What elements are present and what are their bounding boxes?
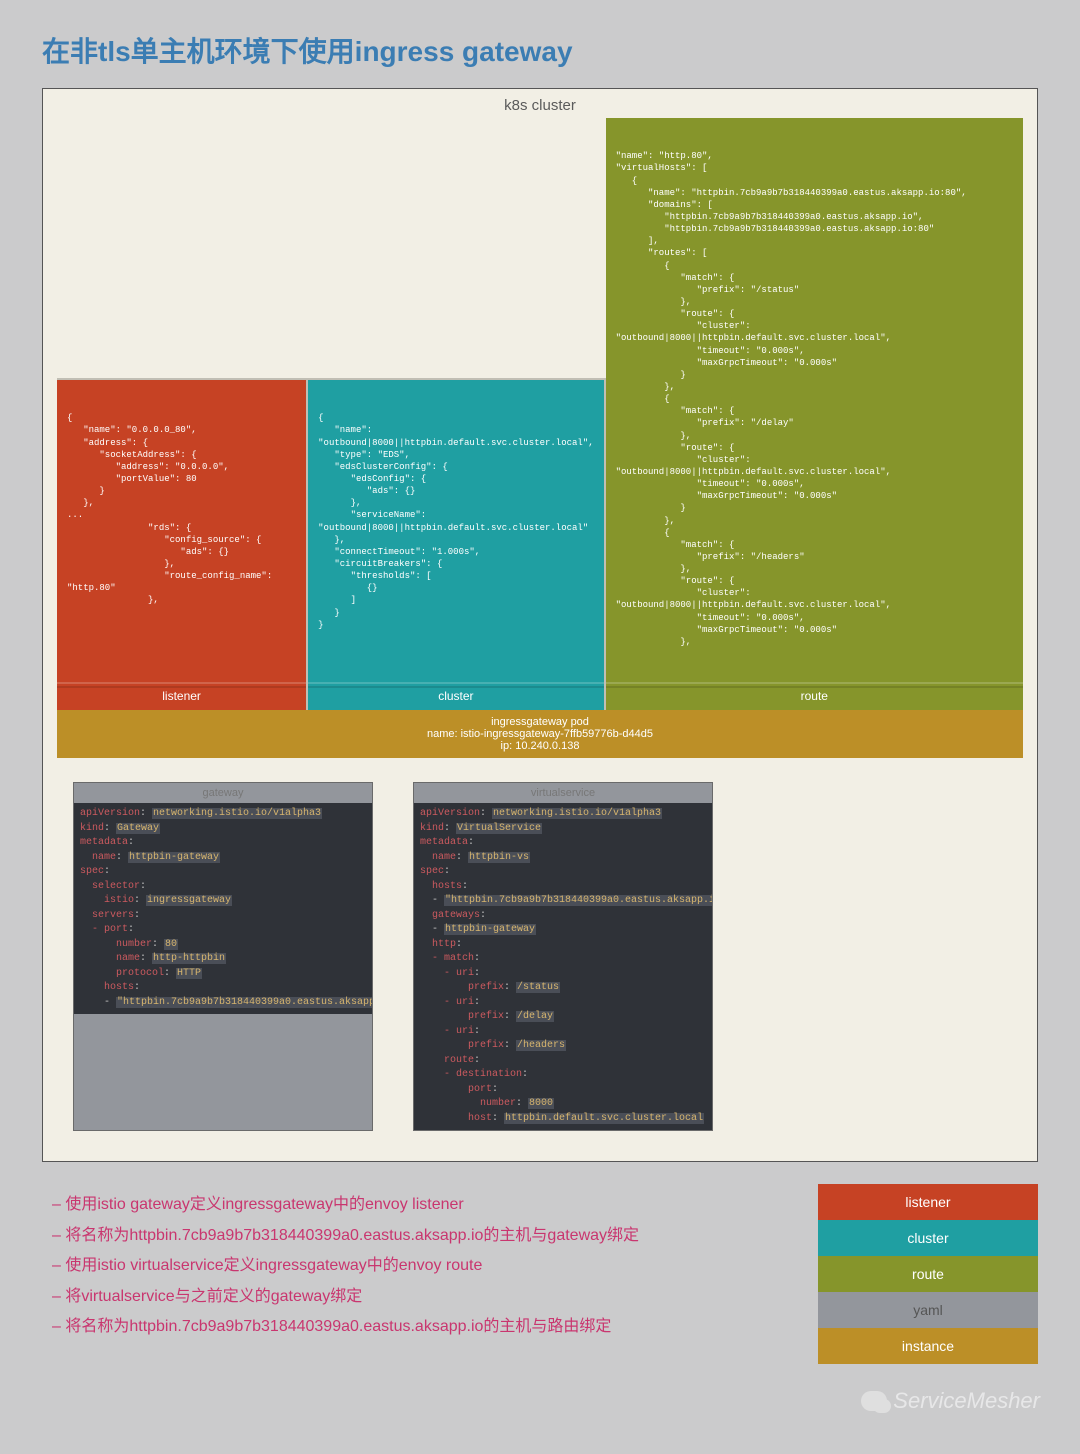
legend-cluster: cluster: [818, 1220, 1038, 1256]
gateway-yaml: apiVersion: networking.istio.io/v1alpha3…: [74, 803, 372, 1014]
legend: listener cluster route yaml instance: [818, 1184, 1038, 1364]
instance-line3: ip: 10.240.0.138: [57, 740, 1023, 752]
instance-line2: name: istio-ingressgateway-7ffb59776b-d4…: [57, 728, 1023, 740]
page-title: 在非tls单主机环境下使用ingress gateway: [42, 30, 1080, 70]
cluster-panel: { "name": "outbound|8000||httpbin.defaul…: [308, 378, 605, 710]
bullet-item: 将名称为httpbin.7cb9a9b7b318440399a0.eastus.…: [52, 1221, 798, 1251]
virtualservice-yaml-box: virtualservice apiVersion: networking.is…: [413, 782, 713, 1131]
virtualservice-yaml: apiVersion: networking.istio.io/v1alpha3…: [414, 803, 712, 1130]
watermark: ServiceMesher: [861, 1388, 1040, 1414]
bullet-item: 将virtualservice与之前定义的gateway绑定: [52, 1282, 798, 1312]
listener-panel: { "name": "0.0.0.0_80", "address": { "so…: [57, 378, 308, 710]
watermark-text: ServiceMesher: [893, 1388, 1040, 1414]
gateway-yaml-box: gateway apiVersion: networking.istio.io/…: [73, 782, 373, 1131]
route-panel: "name": "http.80", "virtualHosts": [ { "…: [606, 118, 1023, 710]
bottom-row: 使用istio gateway定义ingressgateway中的envoy l…: [42, 1184, 1038, 1364]
wechat-icon: [861, 1391, 887, 1411]
gateway-box-title: gateway: [74, 783, 372, 803]
cluster-code: { "name": "outbound|8000||httpbin.defaul…: [318, 412, 593, 631]
route-code: "name": "http.80", "virtualHosts": [ { "…: [616, 150, 1013, 648]
legend-instance: instance: [818, 1328, 1038, 1364]
legend-yaml: yaml: [818, 1292, 1038, 1328]
envoy-config-row: { "name": "0.0.0.0_80", "address": { "so…: [57, 118, 1023, 710]
bullet-item: 使用istio gateway定义ingressgateway中的envoy l…: [52, 1190, 798, 1220]
bullets-list: 使用istio gateway定义ingressgateway中的envoy l…: [42, 1184, 798, 1364]
instance-bar: ingressgateway pod name: istio-ingressga…: [57, 710, 1023, 758]
listener-code: { "name": "0.0.0.0_80", "address": { "so…: [67, 412, 296, 606]
cluster-label: cluster: [308, 682, 603, 704]
route-label: route: [606, 682, 1023, 704]
cluster-title: k8s cluster: [57, 97, 1023, 114]
yaml-row: gateway apiVersion: networking.istio.io/…: [57, 782, 1023, 1131]
listener-label: listener: [57, 682, 306, 704]
legend-listener: listener: [818, 1184, 1038, 1220]
bullet-item: 将名称为httpbin.7cb9a9b7b318440399a0.eastus.…: [52, 1312, 798, 1342]
virtualservice-box-title: virtualservice: [414, 783, 712, 803]
legend-route: route: [818, 1256, 1038, 1292]
k8s-cluster-box: k8s cluster { "name": "0.0.0.0_80", "add…: [42, 88, 1038, 1162]
instance-line1: ingressgateway pod: [57, 716, 1023, 728]
bullet-item: 使用istio virtualservice定义ingressgateway中的…: [52, 1251, 798, 1281]
